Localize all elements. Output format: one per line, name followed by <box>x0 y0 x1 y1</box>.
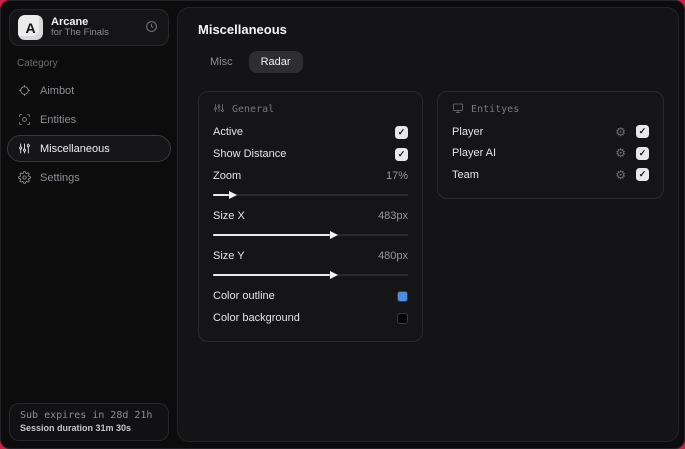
player-checkbox[interactable] <box>636 125 649 139</box>
size-y-value: 480px <box>378 250 409 262</box>
panel-title: General <box>232 104 275 115</box>
team-checkbox[interactable] <box>636 168 649 182</box>
crosshair-icon <box>18 84 31 97</box>
tab-radar[interactable]: Radar <box>248 51 303 73</box>
zoom-slider[interactable] <box>213 191 409 199</box>
session-duration-text: Session duration 31m 30s <box>20 423 132 433</box>
entity-settings-gear-icon[interactable]: ⚙ <box>615 147 626 159</box>
sidebar-item-entities[interactable]: Entities <box>7 106 171 133</box>
scan-icon <box>18 113 31 126</box>
sliders-small-icon <box>213 102 225 117</box>
slider-thumb[interactable] <box>330 271 339 279</box>
sidebar-item-label: Miscellaneous <box>40 142 110 155</box>
sidebar-item-label: Entities <box>40 113 77 126</box>
player-ai-checkbox[interactable] <box>636 146 649 160</box>
color-row-background: Color background <box>213 307 409 329</box>
sidebar-nav: Aimbot Entities Miscellaneous Settings <box>1 77 177 191</box>
sliders-icon <box>18 142 31 155</box>
subscription-card: Sub expires in 28d 21h Session duration … <box>9 403 169 441</box>
toggle-row-show-distance: Show Distance <box>213 143 409 165</box>
sidebar: A Arcane for The Finals Category Aimbot <box>1 1 177 448</box>
tab-misc[interactable]: Misc <box>198 51 245 73</box>
size-x-value: 483px <box>378 210 409 222</box>
monitor-icon <box>452 102 464 117</box>
panel-general: General Active Show Distance Zoom 17% <box>198 91 424 342</box>
sidebar-item-settings[interactable]: Settings <box>7 164 171 191</box>
panel-entities: Entityes Player ⚙ Player AI ⚙ <box>437 91 664 199</box>
sub-expires-text: Sub expires in 28d 21h <box>20 410 153 421</box>
slider-size-y: Size Y 480px <box>213 245 409 279</box>
category-label: Category <box>17 58 58 69</box>
active-checkbox[interactable] <box>395 125 409 139</box>
brand-subtitle: for The Finals <box>51 27 109 39</box>
panel-title: Entityes <box>471 104 520 115</box>
entity-settings-gear-icon[interactable]: ⚙ <box>615 126 626 138</box>
slider-thumb[interactable] <box>330 231 339 239</box>
brand-logo: A <box>18 15 43 40</box>
slider-size-x: Size X 483px <box>213 205 409 239</box>
sidebar-item-aimbot[interactable]: Aimbot <box>7 77 171 104</box>
gear-icon <box>18 171 31 184</box>
sidebar-item-miscellaneous[interactable]: Miscellaneous <box>7 135 171 162</box>
entity-row-player: Player ⚙ <box>452 121 649 143</box>
sidebar-item-label: Aimbot <box>40 84 75 97</box>
slider-zoom: Zoom 17% <box>213 165 409 199</box>
sidebar-item-label: Settings <box>40 171 80 184</box>
color-outline-swatch[interactable] <box>397 290 409 302</box>
size-x-slider[interactable] <box>213 231 409 239</box>
color-background-swatch[interactable] <box>397 312 409 324</box>
app-window: A Arcane for The Finals Category Aimbot <box>0 0 685 449</box>
entity-row-player-ai: Player AI ⚙ <box>452 143 649 165</box>
brand-card: A Arcane for The Finals <box>9 9 169 46</box>
size-y-slider[interactable] <box>213 271 409 279</box>
zoom-value: 17% <box>386 170 409 182</box>
entity-settings-gear-icon[interactable]: ⚙ <box>615 169 626 181</box>
main-content: Miscellaneous Misc Radar General Active <box>177 7 679 442</box>
show-distance-checkbox[interactable] <box>395 147 409 161</box>
page-title: Miscellaneous <box>198 22 287 37</box>
color-row-outline: Color outline <box>213 285 409 307</box>
entity-row-team: Team ⚙ <box>452 164 649 186</box>
slider-thumb[interactable] <box>228 191 237 199</box>
toggle-row-active: Active <box>213 121 409 143</box>
tab-bar: Misc Radar <box>198 51 664 73</box>
refresh-icon[interactable] <box>145 20 160 36</box>
